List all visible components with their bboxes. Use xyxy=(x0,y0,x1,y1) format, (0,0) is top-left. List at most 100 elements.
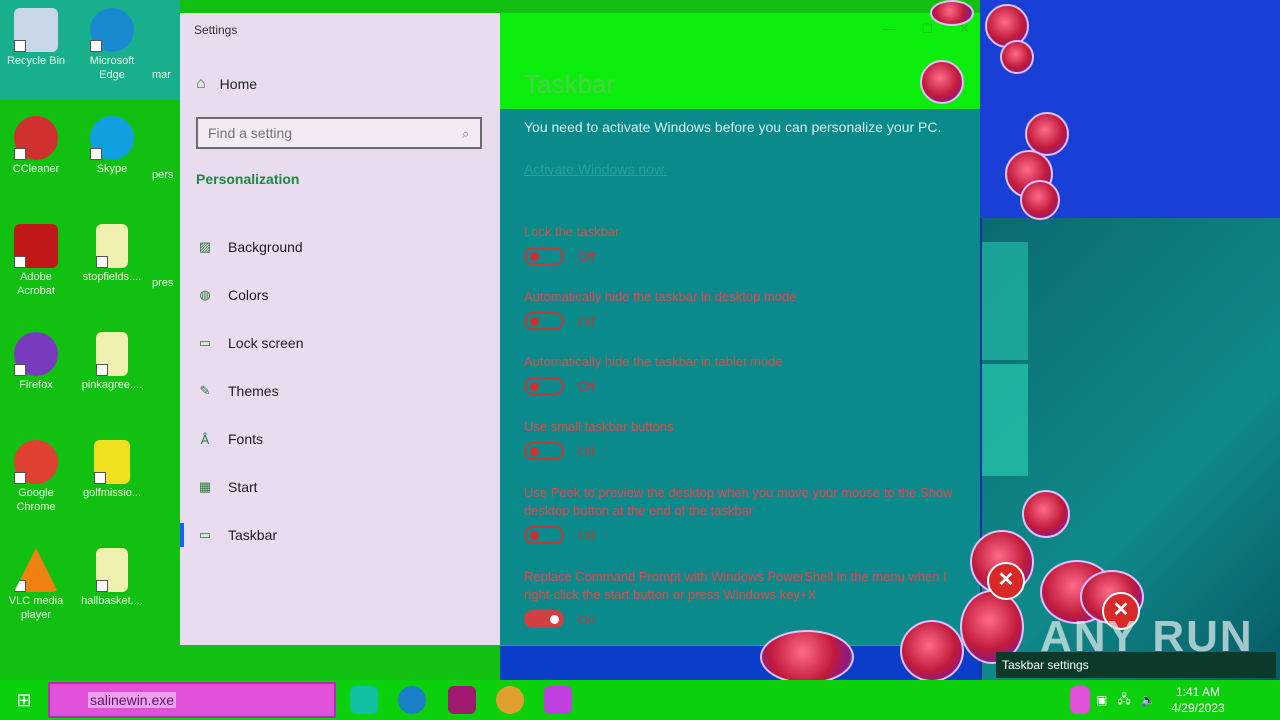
wallpaper-pane xyxy=(982,242,1028,360)
option-label: Use Peek to preview the desktop when you… xyxy=(524,485,953,518)
chrome-icon xyxy=(14,440,58,484)
option-lock-taskbar: Lock the taskbar Off xyxy=(524,223,954,265)
vlc-icon xyxy=(14,548,58,592)
nav-item-fonts[interactable]: Å Fonts xyxy=(180,415,500,463)
option-small-buttons: Use small taskbar buttons Off xyxy=(524,418,954,460)
desktop-icon-firefox[interactable]: Firefox xyxy=(0,332,72,392)
personalization-nav: ▨ Background ◍ Colors ▭ Lock screen ✎ Th… xyxy=(180,223,500,559)
desktop-icon-label: pinkagree.... xyxy=(81,379,143,391)
option-label: Use small taskbar buttons xyxy=(524,419,674,434)
nav-item-themes[interactable]: ✎ Themes xyxy=(180,367,500,415)
error-blob xyxy=(760,630,854,684)
nav-item-colors[interactable]: ◍ Colors xyxy=(180,271,500,319)
desktop-icon-ccleaner[interactable]: CCleaner xyxy=(0,116,72,176)
desktop-icon-skype[interactable]: Skype xyxy=(76,116,148,176)
task-view-icon[interactable] xyxy=(350,686,378,714)
desktop-icon-edge[interactable]: Microsoft Edge xyxy=(76,8,148,82)
app-icon[interactable] xyxy=(1070,686,1090,714)
nav-item-start[interactable]: ▦ Start xyxy=(180,463,500,511)
desktop-icon-acrobat[interactable]: Adobe Acrobat xyxy=(0,224,72,298)
error-blob xyxy=(1022,490,1070,538)
minimize-button[interactable]: — xyxy=(882,21,895,37)
desktop-icon-label: pres xyxy=(152,277,174,289)
image-file-icon xyxy=(96,332,128,376)
toggle-state: Off xyxy=(578,378,596,394)
error-icon: ✕ xyxy=(987,562,1025,600)
nav-item-background[interactable]: ▨ Background xyxy=(180,223,500,271)
home-link[interactable]: ⌂ Home xyxy=(196,75,257,93)
desktop-icon-chrome[interactable]: Google Chrome xyxy=(0,440,72,514)
nav-item-label: Themes xyxy=(228,383,279,399)
option-label: Automatically hide the taskbar in tablet… xyxy=(524,354,783,369)
search-icon: ⌕ xyxy=(462,126,470,141)
palette-icon: ◍ xyxy=(199,287,211,302)
error-blob xyxy=(930,0,974,26)
themes-icon: ✎ xyxy=(199,383,211,398)
desktop-icon-label: golfmissio... xyxy=(82,487,142,499)
option-label: Replace Command Prompt with Windows Powe… xyxy=(524,569,947,602)
edge-icon[interactable] xyxy=(398,686,426,714)
toggle-switch[interactable] xyxy=(524,526,564,544)
taskbar-settings-tooltip: Taskbar settings xyxy=(996,652,1276,678)
desktop-icon-recycle-bin[interactable]: Recycle Bin xyxy=(0,8,72,68)
taskbar-search-text: salinewin.exe xyxy=(88,692,177,708)
nav-item-taskbar[interactable]: ▭ Taskbar xyxy=(180,511,500,559)
desktop-icon-partial[interactable]: pers xyxy=(152,124,180,182)
desktop-icon-partial[interactable]: mar xyxy=(152,16,180,82)
desktop-icon-file[interactable]: stopfields.... xyxy=(76,224,148,284)
app-icon[interactable] xyxy=(496,686,524,714)
firefox-icon xyxy=(14,332,58,376)
taskbar-settings-pane: — ☐ ✕ Taskbar You need to activate Windo… xyxy=(500,13,980,645)
nav-item-label: Colors xyxy=(228,287,269,303)
action-center-icon[interactable]: ▣ xyxy=(1096,693,1107,707)
desktop-icon-vlc[interactable]: VLC media player xyxy=(0,548,72,622)
desktop-icon-word-doc[interactable]: golfmissio... xyxy=(76,440,148,500)
settings-gear-icon[interactable] xyxy=(544,686,572,714)
toggle-state: Off xyxy=(578,443,596,459)
maximize-button[interactable]: ☐ xyxy=(921,21,933,37)
taskbar-search-box[interactable]: salinewin.exe xyxy=(48,682,336,718)
desktop-icon-label: VLC media player xyxy=(8,595,64,621)
taskbar-icon: ▭ xyxy=(198,527,212,542)
file-explorer-icon[interactable] xyxy=(448,686,476,714)
toggle-switch[interactable] xyxy=(524,610,564,628)
toggle-switch[interactable] xyxy=(524,247,564,265)
desktop-icon-label: Recycle Bin xyxy=(6,55,66,67)
desktop-icon-label: mar xyxy=(152,69,171,81)
network-icon[interactable]: 🖧 xyxy=(1117,690,1130,711)
clock[interactable]: 1:41 AM 4/29/2023 xyxy=(1162,684,1234,716)
nav-item-lock-screen[interactable]: ▭ Lock screen xyxy=(180,319,500,367)
edge-icon xyxy=(90,8,134,52)
desktop-icon-label: Google Chrome xyxy=(16,487,56,513)
desktop-icon-partial[interactable]: pres xyxy=(152,232,180,290)
recycle-bin-icon xyxy=(14,8,58,52)
skype-icon xyxy=(90,116,134,160)
fonts-icon: Å xyxy=(200,431,210,447)
taskbar: ⊞ salinewin.exe ▣ 🖧 🔈 1:41 AM 4/29/2023 xyxy=(0,680,1280,720)
volume-icon[interactable]: 🔈 xyxy=(1141,693,1156,707)
activate-windows-link[interactable]: Activate Windows now. xyxy=(524,161,667,177)
page-title: Taskbar xyxy=(524,69,616,99)
ccleaner-icon xyxy=(14,116,58,160)
desktop-icon-label: Firefox xyxy=(19,379,53,391)
toggle-state: Off xyxy=(578,248,596,264)
image-file-icon xyxy=(96,548,128,592)
image-icon: ▨ xyxy=(198,239,212,254)
search-input[interactable] xyxy=(198,124,450,142)
desktop-icon-file[interactable]: pinkagree.... xyxy=(76,332,148,392)
windows-logo-icon: ⊞ xyxy=(16,689,32,710)
error-blob xyxy=(920,60,964,104)
settings-search-box[interactable]: ⌕ xyxy=(196,117,482,149)
settings-nav-pane: Settings ⌂ Home ⌕ Personalization ▨ Back… xyxy=(180,13,500,645)
toggle-switch[interactable] xyxy=(524,377,564,395)
desktop-icon-label: hallbasket.... xyxy=(81,595,143,607)
option-label: Lock the taskbar xyxy=(524,224,620,239)
toggle-switch[interactable] xyxy=(524,442,564,460)
toggle-switch[interactable] xyxy=(524,312,564,330)
toggle-state: Off xyxy=(578,527,596,543)
desktop-icon-file[interactable]: hallbasket.... xyxy=(76,548,148,608)
acrobat-icon xyxy=(14,224,58,268)
start-button[interactable]: ⊞ xyxy=(0,680,48,720)
option-autohide-tablet: Automatically hide the taskbar in tablet… xyxy=(524,353,954,395)
wallpaper-pane xyxy=(982,364,1028,476)
